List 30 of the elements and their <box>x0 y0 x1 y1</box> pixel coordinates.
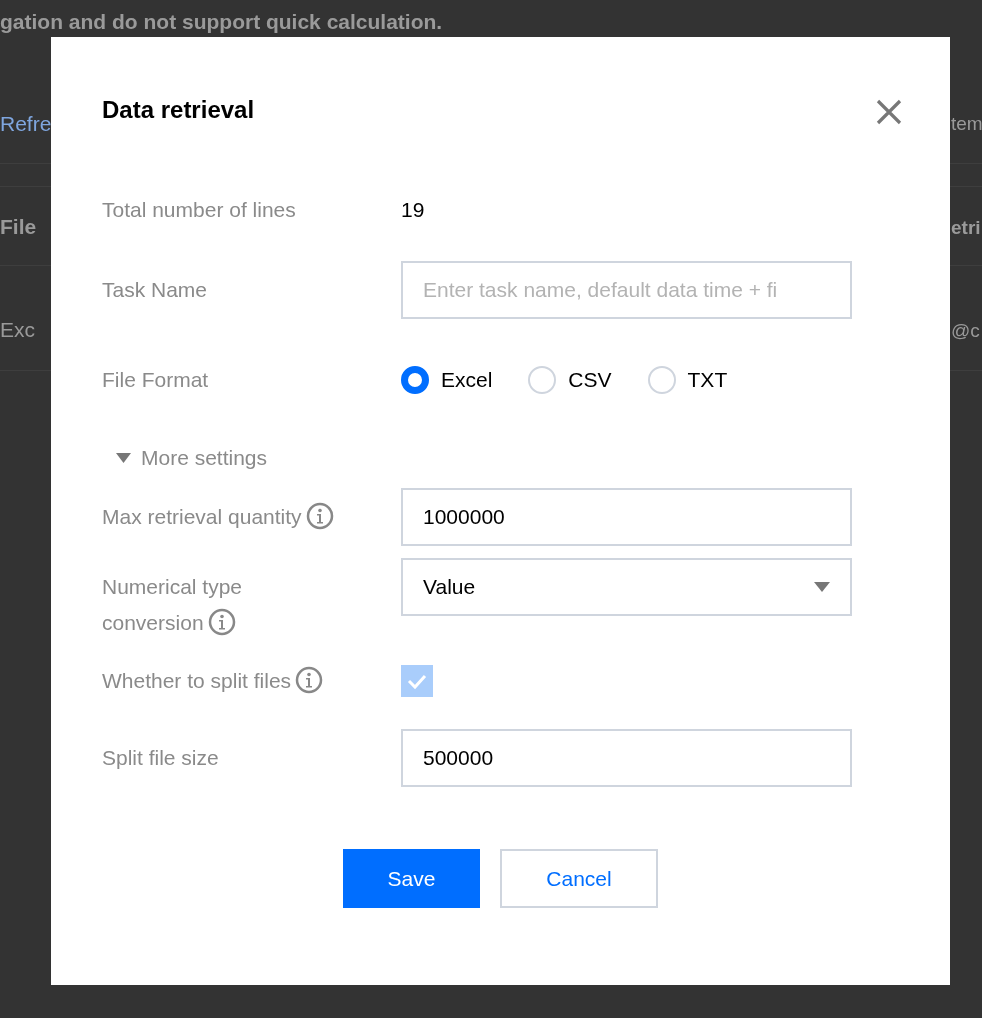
select-field[interactable]: Value <box>401 558 852 616</box>
column-header: etri <box>951 217 981 239</box>
field-label: Split file size <box>102 745 220 771</box>
table-cell: Exc <box>0 318 35 342</box>
input-field[interactable]: 1000000 <box>401 488 852 546</box>
refresh-link[interactable]: Refre <box>0 112 52 136</box>
toolbar-text: tem <box>951 113 982 135</box>
notice-text: gation and do not support quick calculation. <box>0 10 443 34</box>
input-field[interactable]: 500000 <box>401 729 852 787</box>
field-label: File Format <box>102 367 210 393</box>
radio-option[interactable]: Excel <box>401 365 493 395</box>
input-field[interactable]: Enter task name, default data time + fi <box>401 261 852 319</box>
save-button[interactable]: Save <box>343 849 480 908</box>
caret-icon <box>814 582 830 592</box>
cancel-button[interactable]: Cancel <box>500 849 658 908</box>
column-header: File <box>0 215 37 239</box>
table-cell: @c <box>951 320 980 342</box>
close-icon[interactable] <box>876 99 902 125</box>
field-label: Numerical type conversion <box>102 574 244 638</box>
field-label: Task Name <box>102 277 209 303</box>
line-count: 19 <box>401 197 426 223</box>
field-label: Total number of lines <box>102 197 297 223</box>
field-label: Max retrieval quantity <box>102 488 334 535</box>
info-icon[interactable] <box>207 608 236 636</box>
field-label: Whether to split files <box>102 663 401 699</box>
radio-option[interactable]: TXT <box>647 365 728 395</box>
radio-option[interactable]: CSV <box>528 365 612 395</box>
info-icon[interactable] <box>305 502 334 530</box>
select-value: Value <box>423 575 476 599</box>
dialog-title: Data retrieval <box>102 95 255 125</box>
